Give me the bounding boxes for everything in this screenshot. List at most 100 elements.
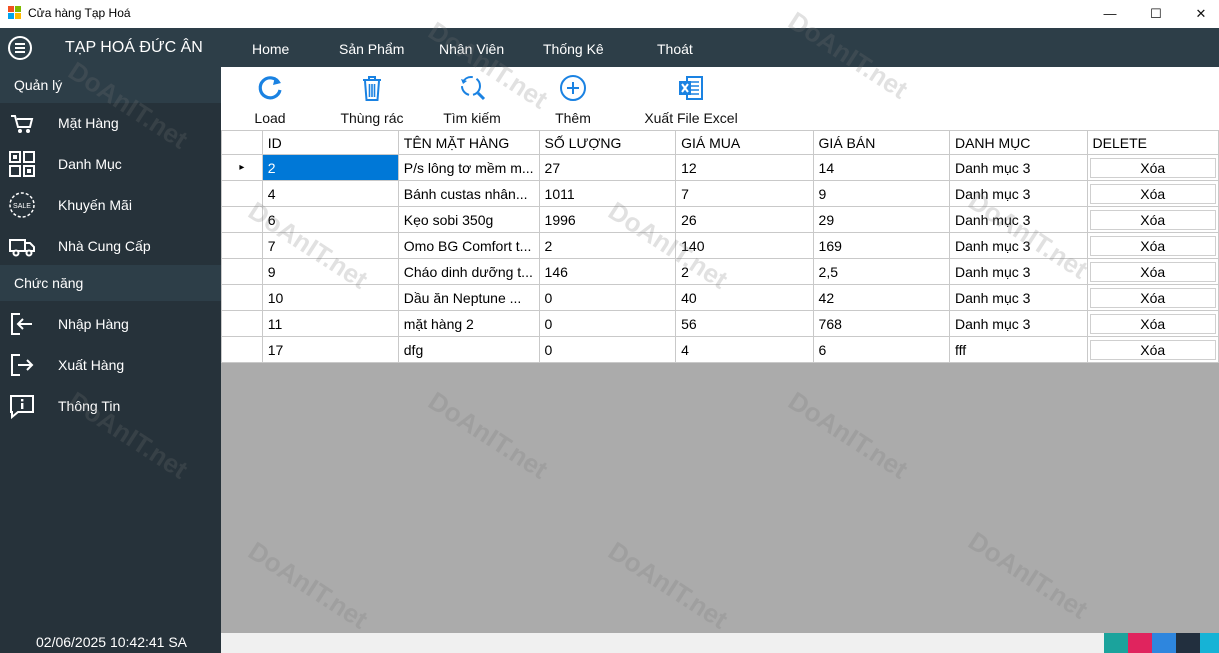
table-row[interactable]: 6 Kẹo sobi 350g 1996 26 29 Danh mục 3 Xó… (221, 206, 1219, 233)
cell-category[interactable]: Danh mục 3 (948, 310, 1088, 337)
cell-quantity[interactable]: 0 (538, 284, 677, 311)
cell-buy-price[interactable]: 4 (675, 336, 814, 363)
cell-category[interactable]: Danh mục 3 (948, 284, 1088, 311)
table-row[interactable]: 9 Cháo dinh dưỡng t... 146 2 2,5 Danh mụ… (221, 258, 1219, 285)
cell-sell-price[interactable]: 169 (812, 232, 950, 259)
delete-row-button[interactable]: Xóa (1089, 339, 1216, 360)
cell-category[interactable]: Danh mục 3 (948, 258, 1088, 285)
trash-button[interactable]: Thùng rác (334, 73, 410, 126)
table-row[interactable]: 17 dfg 0 4 6 fff Xóa (221, 336, 1219, 363)
cell-quantity[interactable]: 0 (538, 336, 677, 363)
nav-products[interactable]: Sản Phẩm (339, 41, 404, 57)
menu-icon[interactable] (8, 36, 32, 60)
cell-category[interactable]: Danh mục 3 (948, 154, 1088, 181)
nav-statistics[interactable]: Thống Kê (543, 41, 604, 57)
cell-name[interactable]: Dầu ăn Neptune ... (397, 284, 540, 311)
close-button[interactable]: ✕ (1178, 0, 1219, 27)
nav-employees[interactable]: Nhân Viên (439, 41, 504, 57)
column-header-category[interactable]: DANH MỤC (948, 130, 1088, 155)
table-row[interactable]: ▸ 2 P/s lông tơ mềm m... 27 12 14 Danh m… (221, 154, 1219, 181)
sidebar-item-import[interactable]: Nhập Hàng (0, 304, 221, 344)
cell-buy-price[interactable]: 12 (675, 154, 814, 181)
cell-name[interactable]: dfg (397, 336, 540, 363)
cell-id[interactable]: 10 (261, 284, 399, 311)
cell-category[interactable]: Danh mục 3 (948, 206, 1088, 233)
cell-quantity[interactable]: 146 (538, 258, 677, 285)
column-header-sell-price[interactable]: GIÁ BÁN (812, 130, 950, 155)
minimize-button[interactable]: — (1087, 0, 1133, 27)
cell-buy-price[interactable]: 2 (675, 258, 814, 285)
current-row-marker[interactable]: ▸ (221, 154, 263, 181)
column-header-id[interactable]: ID (261, 130, 399, 155)
delete-row-button[interactable]: Xóa (1089, 157, 1216, 178)
row-header[interactable] (221, 336, 263, 363)
row-header[interactable] (221, 310, 263, 337)
column-header-buy-price[interactable]: GIÁ MUA (675, 130, 814, 155)
delete-row-button[interactable]: Xóa (1089, 287, 1216, 308)
cell-sell-price[interactable]: 2,5 (812, 258, 950, 285)
cell-sell-price[interactable]: 29 (812, 206, 950, 233)
cell-sell-price[interactable]: 42 (812, 284, 950, 311)
cell-category[interactable]: Danh mục 3 (948, 180, 1088, 207)
cell-quantity[interactable]: 1996 (538, 206, 677, 233)
delete-row-button[interactable]: Xóa (1089, 261, 1216, 282)
table-row[interactable]: 10 Dầu ăn Neptune ... 0 40 42 Danh mục 3… (221, 284, 1219, 311)
sidebar-item-categories[interactable]: Danh Mục (0, 144, 221, 184)
sidebar-item-products[interactable]: Mặt Hàng (0, 103, 221, 143)
cell-sell-price[interactable]: 9 (812, 180, 950, 207)
cell-id[interactable]: 2 (261, 154, 399, 181)
row-header[interactable] (221, 258, 263, 285)
cell-id[interactable]: 4 (261, 180, 399, 207)
cell-sell-price[interactable]: 6 (812, 336, 950, 363)
cell-name[interactable]: Omo BG Comfort t... (397, 232, 540, 259)
nav-home[interactable]: Home (252, 41, 289, 57)
delete-row-button[interactable]: Xóa (1089, 183, 1216, 204)
row-header[interactable] (221, 180, 263, 207)
load-button[interactable]: Load (247, 73, 293, 126)
sidebar-item-suppliers[interactable]: Nhà Cung Cấp (0, 226, 221, 266)
row-header[interactable] (221, 284, 263, 311)
cell-name[interactable]: Bánh custas nhân... (397, 180, 540, 207)
cell-id[interactable]: 11 (261, 310, 399, 337)
cell-quantity[interactable]: 27 (538, 154, 677, 181)
add-button[interactable]: Thêm (551, 73, 595, 126)
delete-row-button[interactable]: Xóa (1089, 209, 1216, 230)
cell-name[interactable]: Kẹo sobi 350g (397, 206, 540, 233)
cell-quantity[interactable]: 1011 (538, 180, 677, 207)
nav-exit[interactable]: Thoát (657, 41, 693, 57)
column-header-delete[interactable]: DELETE (1086, 130, 1219, 155)
cell-id[interactable]: 7 (261, 232, 399, 259)
cell-id[interactable]: 9 (261, 258, 399, 285)
export-excel-button[interactable]: Xuất File Excel (643, 73, 739, 126)
cell-buy-price[interactable]: 140 (675, 232, 814, 259)
cell-sell-price[interactable]: 768 (812, 310, 950, 337)
table-row[interactable]: 11 mặt hàng 2 0 56 768 Danh mục 3 Xóa (221, 310, 1219, 337)
delete-row-button[interactable]: Xóa (1089, 235, 1216, 256)
table-row[interactable]: 7 Omo BG Comfort t... 2 140 169 Danh mục… (221, 232, 1219, 259)
cell-category[interactable]: fff (948, 336, 1088, 363)
sidebar-item-export[interactable]: Xuất Hàng (0, 345, 221, 385)
row-header[interactable] (221, 206, 263, 233)
sidebar-item-promotions[interactable]: SALE Khuyến Mãi (0, 185, 221, 225)
cell-buy-price[interactable]: 56 (675, 310, 814, 337)
table-row[interactable]: 4 Bánh custas nhân... 1011 7 9 Danh mục … (221, 180, 1219, 207)
delete-row-button[interactable]: Xóa (1089, 313, 1216, 334)
row-header[interactable] (221, 232, 263, 259)
cell-buy-price[interactable]: 7 (675, 180, 814, 207)
column-header-quantity[interactable]: SỐ LƯỢNG (538, 130, 677, 155)
cell-buy-price[interactable]: 40 (675, 284, 814, 311)
cell-name[interactable]: mặt hàng 2 (397, 310, 540, 337)
search-button[interactable]: Tìm kiếm (439, 73, 505, 126)
maximize-button[interactable]: ☐ (1133, 0, 1179, 27)
cell-quantity[interactable]: 0 (538, 310, 677, 337)
cell-id[interactable]: 6 (261, 206, 399, 233)
cell-sell-price[interactable]: 14 (812, 154, 950, 181)
cell-name[interactable]: Cháo dinh dưỡng t... (397, 258, 540, 285)
cell-name[interactable]: P/s lông tơ mềm m... (397, 154, 540, 181)
cell-quantity[interactable]: 2 (538, 232, 677, 259)
cell-id[interactable]: 17 (261, 336, 399, 363)
cell-buy-price[interactable]: 26 (675, 206, 814, 233)
cell-category[interactable]: Danh mục 3 (948, 232, 1088, 259)
sidebar-item-info[interactable]: Thông Tin (0, 386, 221, 426)
column-header-name[interactable]: TÊN MẶT HÀNG (397, 130, 540, 155)
